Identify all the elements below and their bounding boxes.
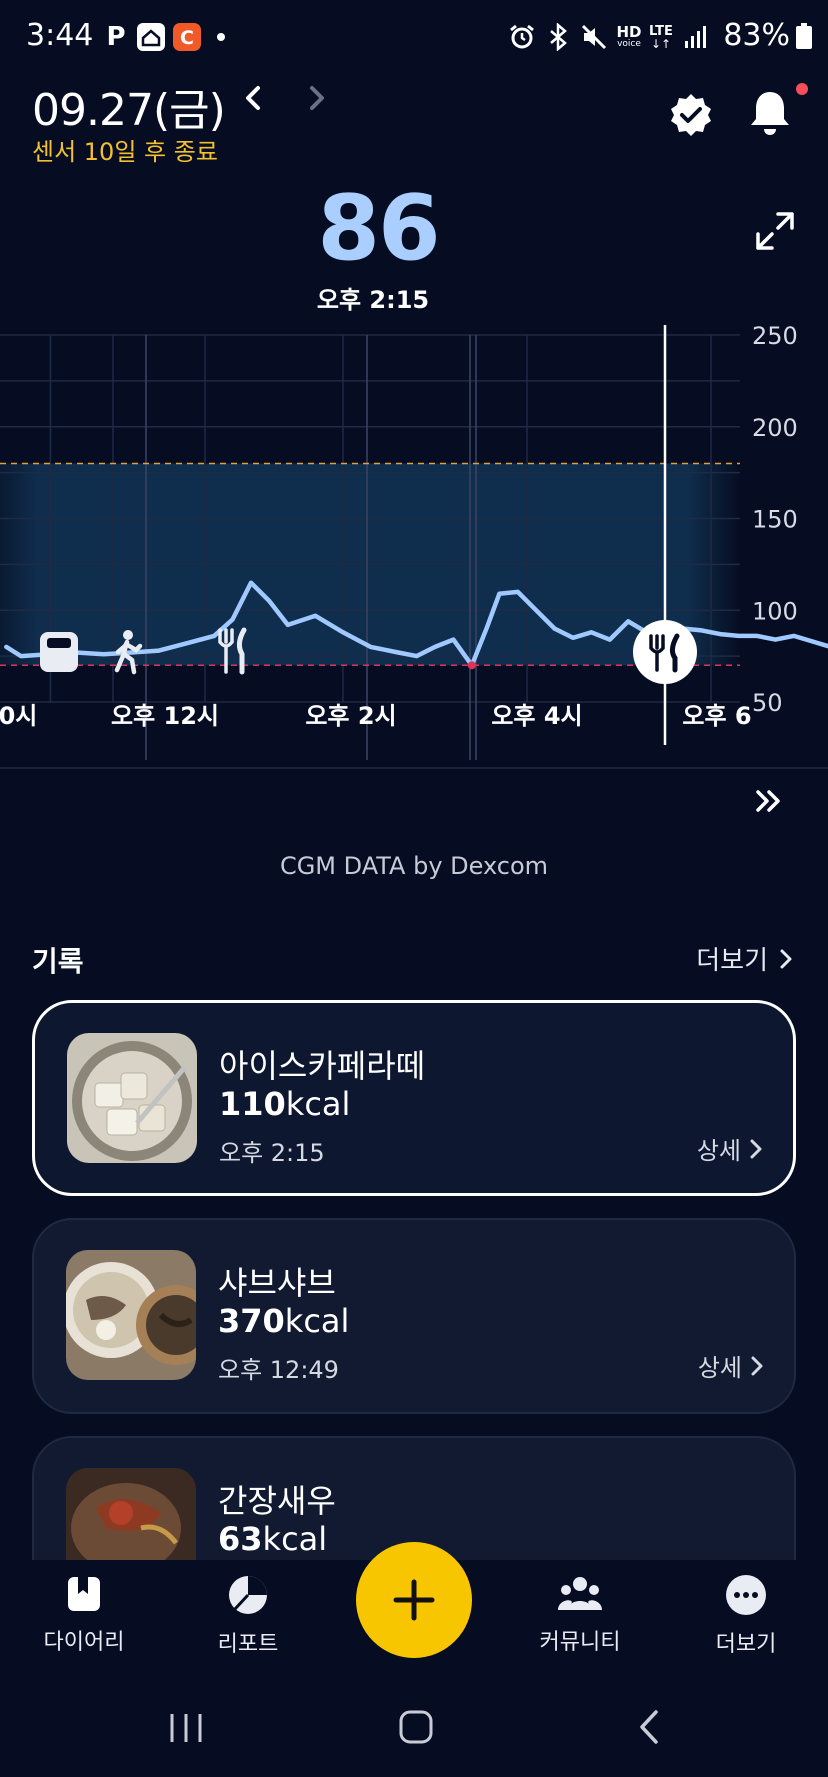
more-icon: [726, 1575, 766, 1615]
community-icon: [558, 1577, 602, 1610]
scale-icon[interactable]: [40, 632, 78, 672]
record-name: 간장새우: [218, 1482, 336, 1520]
record-kcal: 370kcal: [218, 1302, 350, 1340]
expand-icon[interactable]: [754, 210, 796, 252]
record-kcal: 110kcal: [219, 1085, 351, 1123]
plus-icon: [393, 1579, 435, 1621]
record-kcal: 63kcal: [218, 1520, 328, 1558]
sensor-status: 센서 10일 후 종료: [32, 138, 218, 166]
nav-community[interactable]: 커뮤니티: [510, 1574, 650, 1656]
y-tick-label: 150: [752, 506, 798, 534]
add-record-button[interactable]: [356, 1542, 472, 1658]
y-tick-label: 250: [752, 322, 798, 350]
dot-icon: [214, 22, 228, 52]
diary-icon: [68, 1577, 100, 1611]
chevron-right-icon: [780, 949, 792, 968]
glucose-time: 오후 2:15: [316, 286, 430, 314]
home-app-icon: [136, 22, 166, 52]
header-date[interactable]: 09.27(금): [32, 74, 226, 138]
nav-diary[interactable]: 다이어리: [14, 1574, 154, 1656]
double-chevron-right-icon[interactable]: [752, 784, 786, 818]
mute-icon: [580, 22, 608, 52]
hd-voice-icon: HD voice: [616, 23, 642, 49]
records-title: 기록: [32, 945, 84, 978]
y-tick-label: 50: [752, 689, 783, 717]
glucose-value: 86: [317, 176, 440, 281]
chevron-right-icon: [750, 1139, 762, 1158]
glucose-chart[interactable]: 250 200 150 100 50 0시 오후 12시 오후 2시 오후 4시 오후 6: [0, 320, 828, 800]
cgm-credit: CGM DATA by Dexcom: [279, 852, 549, 880]
verified-badge-icon[interactable]: [668, 92, 714, 138]
chevron-right-icon[interactable]: [296, 78, 336, 118]
battery-percent: 83%: [723, 18, 790, 53]
record-detail-link[interactable]: 상세: [698, 1348, 764, 1383]
y-tick-label: 200: [752, 414, 798, 442]
battery-icon: [796, 22, 812, 49]
x-axis-label: 오후 12시: [111, 702, 219, 730]
report-icon: [229, 1576, 267, 1614]
x-axis-label: 오후 4시: [491, 702, 582, 730]
x-axis-label: 오후 6: [682, 702, 751, 730]
chevron-right-icon: [751, 1356, 763, 1375]
glucose-chart-svg[interactable]: 250 200 150 100 50 0시 오후 12시 오후 2시 오후 4시 오후 6: [0, 320, 828, 800]
record-time: 오후 2:15: [219, 1139, 325, 1167]
recent-apps-icon[interactable]: [166, 1710, 206, 1746]
notification-dot: [796, 83, 808, 95]
lte-icon: LTE ↓↑: [649, 23, 673, 51]
status-time: 3:44: [26, 18, 94, 53]
status-bar: 3:44 P C HD voice LTE ↓↑ 83%: [0, 0, 828, 76]
food-photo: [66, 1250, 196, 1380]
bell-icon[interactable]: [746, 88, 794, 138]
record-detail-link[interactable]: 상세: [697, 1131, 763, 1166]
p-icon: P: [106, 22, 126, 52]
x-axis-label: 오후 2시: [305, 702, 396, 730]
record-name: 샤브샤브: [218, 1264, 336, 1302]
low-glucose-point: [467, 661, 476, 670]
record-name: 아이스카페라떼: [219, 1047, 426, 1085]
home-icon[interactable]: [398, 1708, 434, 1746]
y-tick-label: 100: [752, 597, 798, 625]
record-card-shabu-shabu[interactable]: 샤브샤브 370kcal 오후 12:49 상세: [32, 1218, 796, 1414]
food-photo: [67, 1033, 197, 1163]
alarm-icon: [508, 22, 536, 52]
record-card-iced-latte[interactable]: 아이스카페라떼 110kcal 오후 2:15 상세: [32, 1000, 796, 1196]
record-time: 오후 12:49: [218, 1356, 339, 1384]
chevron-left-icon[interactable]: [234, 78, 274, 118]
signal-icon: [682, 22, 708, 52]
system-nav-bar: [0, 1680, 828, 1777]
x-axis-label: 0시: [0, 702, 37, 730]
battery-indicator: 83%: [723, 18, 812, 53]
c-app-icon: C: [172, 22, 202, 52]
bluetooth-icon: [546, 22, 570, 52]
back-icon[interactable]: [636, 1708, 662, 1746]
nav-more[interactable]: 더보기: [676, 1574, 816, 1658]
svg-text:C: C: [180, 27, 194, 49]
records-more-link[interactable]: 더보기: [696, 940, 794, 977]
meal-icon-selected[interactable]: [633, 620, 697, 684]
nav-report[interactable]: 리포트: [178, 1574, 318, 1658]
records-more-label: 더보기: [696, 946, 768, 976]
